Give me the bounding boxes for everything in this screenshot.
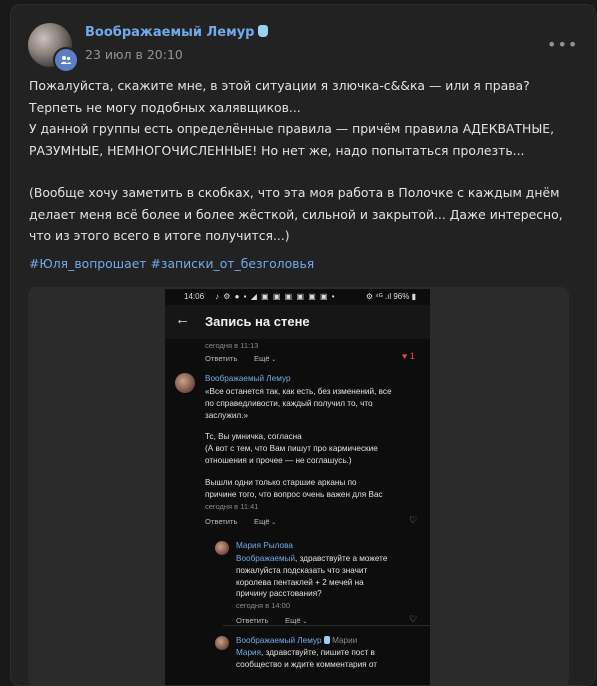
post-paragraph: Пожалуйста, скажите мне, в этой ситуации… (29, 78, 530, 93)
comment-avatar (215, 636, 229, 650)
bottle-emoji-icon (257, 25, 268, 37)
more-options-icon[interactable]: ••• (547, 35, 578, 54)
comment-text: «Все останется так, как есть, без измене… (205, 387, 392, 499)
more-link: Ещё ⌄ (254, 354, 277, 363)
comment-text: Мария, здравствуйте, пишите пост в сообщ… (236, 648, 378, 669)
back-arrow-icon: ← (175, 311, 190, 328)
comment-text: Воображаемый, здравствуйте а можете пожа… (236, 554, 388, 599)
phone-title: Запись на стене (205, 314, 310, 329)
comment-avatar (215, 541, 229, 555)
divider (223, 625, 430, 626)
reply-link: Ответить (205, 517, 238, 526)
phone-screen: 14:06 ♪ ⚙ ● ▪ ◢ ▣ ▣ ▣ ▣ ▣ ▣ • ⚙ ⁴ᴳ .ıl 9… (165, 289, 430, 685)
attached-screenshot[interactable]: 14:06 ♪ ⚙ ● ▪ ◢ ▣ ▣ ▣ ▣ ▣ ▣ • ⚙ ⁴ᴳ .ıl 9… (28, 287, 569, 685)
comment-time: сегодня в 14:00 (236, 601, 290, 610)
phone-header: ← Запись на стене (165, 305, 430, 339)
post-paragraph: У данной группы есть определённые правил… (29, 121, 555, 158)
reply-link: Ответить (205, 354, 238, 363)
comment-time: сегодня в 11:41 (205, 502, 259, 511)
post-paragraph: (Вообще хочу заметить в скобках, что эта… (29, 185, 563, 243)
likes-count: ♥ 1 (402, 351, 415, 361)
more-link: Ещё ⌄ (254, 517, 277, 526)
comment-author: Воображаемый Лемур Марии (236, 636, 358, 645)
phone-status-bar: 14:06 ♪ ⚙ ● ▪ ◢ ▣ ▣ ▣ ▣ ▣ ▣ • ⚙ ⁴ᴳ .ıl 9… (165, 289, 430, 304)
status-battery: ⚙ ⁴ᴳ .ıl 96% ▮ (365, 292, 416, 301)
post-card: Воображаемый Лемур 23 июл в 20:10 ••• По… (10, 4, 596, 686)
post-time: сегодня в 11:13 (205, 341, 259, 350)
post-date[interactable]: 23 июл в 20:10 (85, 47, 183, 62)
group-badge-icon (53, 47, 79, 73)
more-link: Ещё ⌄ (285, 616, 308, 625)
post-paragraph: Терпеть не могу подобных халявщиков... (29, 99, 301, 115)
author-name[interactable]: Воображаемый Лемур (85, 25, 268, 40)
post-hashtags[interactable]: #Юля_вопрошает #записки_от_безголовья (29, 256, 314, 271)
post-text: Пожалуйста, скажите мне, в этой ситуации… (29, 75, 569, 247)
heart-icon: ♡ (409, 614, 418, 624)
comment-author: Воображаемый Лемур (205, 374, 291, 383)
comment-author: Мария Рылова (236, 541, 293, 550)
reply-link: Ответить (236, 616, 269, 625)
comment-avatar (175, 373, 195, 393)
status-time: 14:06 (184, 292, 205, 301)
heart-icon: ♡ (409, 515, 418, 525)
status-icons: ♪ ⚙ ● ▪ ◢ ▣ ▣ ▣ ▣ ▣ ▣ • (215, 292, 336, 301)
